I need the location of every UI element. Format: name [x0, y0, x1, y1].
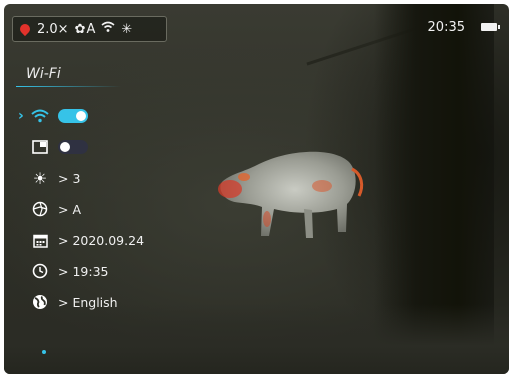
boar-body-heat — [312, 180, 332, 192]
clock-icon — [30, 261, 50, 281]
menu-item-pip[interactable] — [18, 136, 88, 158]
page-indicator-dot — [42, 350, 46, 354]
brightness-icon: ☀ — [32, 168, 48, 188]
thermal-animal-image — [218, 151, 364, 238]
time-value: > 19:35 — [58, 263, 109, 279]
date-value: > 2020.09.24 — [58, 232, 145, 248]
menu-item-calibration[interactable]: > A — [18, 198, 81, 220]
menu-title-underline — [16, 86, 121, 87]
boar-leg-heat — [263, 211, 271, 227]
menu-item-language[interactable]: > English — [18, 291, 118, 313]
wifi-icon — [30, 106, 50, 126]
menu-item-wifi[interactable]: › — [18, 105, 88, 127]
menu-item-date[interactable]: > 2020.09.24 — [18, 229, 144, 251]
brightness-value: > 3 — [58, 170, 81, 186]
boar-head-heat — [218, 180, 242, 198]
brightness-status-icon: ✳ — [121, 21, 133, 37]
selection-caret-icon: › — [18, 108, 24, 124]
color-palette-icon — [19, 23, 31, 35]
boar-leg-hot — [304, 209, 313, 238]
globe-icon — [30, 292, 50, 312]
menu-item-time[interactable]: > 19:35 — [18, 260, 108, 282]
wifi-status-icon — [101, 21, 115, 37]
boar-ear-heat — [238, 173, 250, 181]
toggle-knob — [60, 142, 70, 152]
menu-title: Wi-Fi — [26, 66, 61, 82]
calibration-mode-label: A — [86, 21, 96, 37]
clock-time: 20:35 — [427, 20, 465, 35]
boar-body — [220, 151, 356, 236]
language-value: > English — [58, 294, 118, 310]
pip-toggle[interactable] — [58, 140, 88, 154]
battery-icon — [481, 23, 500, 31]
thermal-viewfinder: 2.0× ✿ A ✳ 20:35 Wi-Fi › ☀ > 3 > A > 202… — [4, 4, 509, 374]
zoom-level: 2.0× — [37, 21, 69, 37]
menu-item-brightness[interactable]: ☀ > 3 — [18, 167, 81, 189]
status-bar: 2.0× ✿ A ✳ — [12, 16, 167, 42]
calendar-icon — [30, 230, 50, 250]
calibration-icon — [30, 199, 50, 219]
calibration-value: > A — [58, 201, 81, 217]
calibration-mode-icon: ✿ — [74, 21, 86, 37]
toggle-knob — [76, 111, 86, 121]
picture-in-picture-icon — [30, 137, 50, 157]
wifi-toggle[interactable] — [58, 109, 88, 123]
